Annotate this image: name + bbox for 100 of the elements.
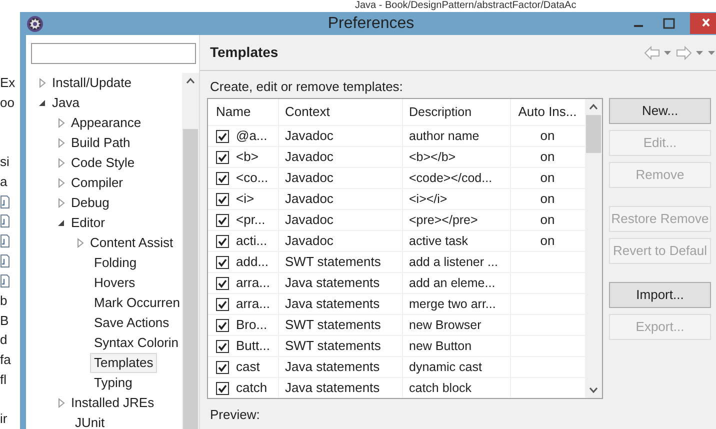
close-button[interactable] — [690, 13, 716, 34]
background-text: B — [0, 312, 9, 330]
table-cell: new Button — [402, 336, 510, 356]
checkbox[interactable] — [216, 298, 229, 310]
tree-item[interactable]: Content Assist — [86, 233, 178, 253]
tree-item[interactable]: Hovers — [90, 273, 140, 293]
background-text: ir — [0, 410, 8, 428]
table-cell: catch block — [402, 378, 510, 398]
table-cell-text: @a... — [236, 127, 268, 146]
scrollbar-thumb[interactable] — [586, 115, 601, 153]
intro-text: Create, edit or remove templates: — [209, 78, 404, 96]
filter-field[interactable] — [31, 43, 196, 64]
table-cell: Javadoc — [278, 231, 402, 251]
table-cell: author name — [402, 126, 510, 146]
checkbox[interactable] — [216, 234, 229, 248]
table-cell: Javadoc — [278, 168, 402, 188]
tree-item[interactable]: Appearance — [67, 113, 146, 133]
table-cell-text: arra... — [236, 295, 270, 314]
table-cell-text: on — [540, 190, 555, 208]
background-text: Ex — [0, 74, 16, 92]
table-cell: new Browser — [402, 315, 510, 335]
column-header[interactable]: Context — [278, 99, 402, 125]
checkbox[interactable] — [216, 150, 229, 164]
tree-item[interactable]: Code Style — [67, 153, 139, 173]
checkbox[interactable] — [216, 360, 229, 374]
background-text: b — [0, 292, 8, 310]
scrollbar-thumb[interactable] — [183, 129, 198, 429]
table-cell: SWT statements — [278, 252, 402, 272]
table-cell: SWT statements — [278, 336, 402, 356]
table-cell-text: on — [540, 211, 555, 230]
gear-icon — [26, 14, 44, 32]
table-cell-text: <pr... — [236, 211, 266, 230]
background-text: fa — [0, 351, 11, 370]
table-cell-text: on — [540, 169, 555, 188]
table-cell: Java statements — [278, 378, 402, 398]
checkbox[interactable] — [216, 192, 229, 206]
table-cell: Java statements — [278, 273, 402, 293]
tree-item[interactable]: Debug — [67, 193, 114, 213]
background-text: oo — [0, 94, 14, 112]
checkbox[interactable] — [216, 256, 229, 268]
table-cell: Java statements — [278, 294, 402, 314]
checkbox[interactable] — [216, 382, 229, 394]
column-header[interactable]: Auto Ins... — [510, 99, 584, 125]
column-header[interactable]: Name — [208, 102, 278, 122]
checkbox[interactable] — [216, 130, 229, 142]
checkbox[interactable] — [216, 172, 229, 184]
tree-item[interactable]: Java — [48, 93, 84, 113]
table-cell: dynamic cast — [402, 357, 510, 377]
tree-item[interactable]: Typing — [90, 373, 136, 393]
table-cell-text: <co... — [236, 169, 268, 188]
dropdown-caret-icon[interactable] — [663, 48, 672, 56]
tree-item[interactable]: Syntax Colorin — [90, 333, 182, 353]
table-cell-text: <i> — [236, 190, 254, 208]
background-text: d — [0, 331, 8, 350]
preview-label: Preview: — [209, 406, 261, 424]
table-cell: active task — [402, 231, 510, 251]
table-cell-text: acti... — [236, 232, 268, 250]
background-text: fl — [0, 370, 6, 389]
tree-item[interactable]: JUnit — [71, 413, 109, 429]
checkbox[interactable] — [216, 318, 229, 332]
dropdown-caret-icon[interactable] — [694, 48, 704, 56]
table-cell: Javadoc — [278, 126, 402, 146]
table-cell-text: add... — [236, 253, 269, 272]
table-cell: <code></cod... — [402, 168, 510, 188]
tree-item[interactable]: Save Actions — [90, 313, 174, 333]
tree-item[interactable]: Build Path — [67, 133, 134, 153]
checkbox[interactable] — [216, 276, 229, 290]
background-text: a — [0, 173, 8, 192]
scrollbar[interactable] — [585, 99, 602, 398]
table-cell-text: cast — [236, 358, 260, 376]
table-cell: merge two arr... — [402, 294, 510, 314]
table-cell: Java statements — [278, 357, 402, 377]
table-cell: add a listener ... — [402, 252, 510, 272]
tree-item[interactable]: Templates — [90, 353, 158, 373]
background-text: si — [0, 153, 10, 172]
checkbox[interactable] — [216, 340, 229, 352]
table-cell: Javadoc — [278, 147, 402, 167]
tree-item[interactable]: Installed JREs — [67, 393, 158, 413]
table-cell-text: Butt... — [236, 337, 270, 356]
window-title: Preferences — [328, 14, 414, 34]
table-cell: add an eleme... — [402, 273, 510, 293]
dialog-button[interactable]: Import... — [609, 282, 711, 308]
table-cell-text: on — [540, 127, 555, 146]
scrollbar[interactable] — [182, 73, 199, 429]
tree-item[interactable]: Folding — [90, 253, 141, 273]
column-header[interactable]: Description — [402, 99, 510, 125]
tree-item[interactable]: Compiler — [67, 173, 128, 193]
table-cell-text: catch — [236, 379, 268, 398]
tree-item[interactable]: Editor — [67, 213, 109, 233]
table-cell: <b></b> — [402, 147, 510, 167]
tree-item[interactable]: Mark Occurren — [90, 293, 182, 313]
tree-item[interactable]: Install/Update — [48, 73, 136, 93]
checkbox[interactable] — [216, 214, 229, 226]
dialog-button[interactable]: New... — [609, 98, 711, 124]
page-title: Templates — [210, 43, 278, 62]
table-cell: <i></i> — [402, 189, 510, 209]
table-cell: Javadoc — [278, 210, 402, 230]
menu-caret-icon[interactable] — [707, 48, 716, 56]
table-cell-text: arra... — [236, 274, 270, 292]
table-cell: SWT statements — [278, 315, 402, 335]
